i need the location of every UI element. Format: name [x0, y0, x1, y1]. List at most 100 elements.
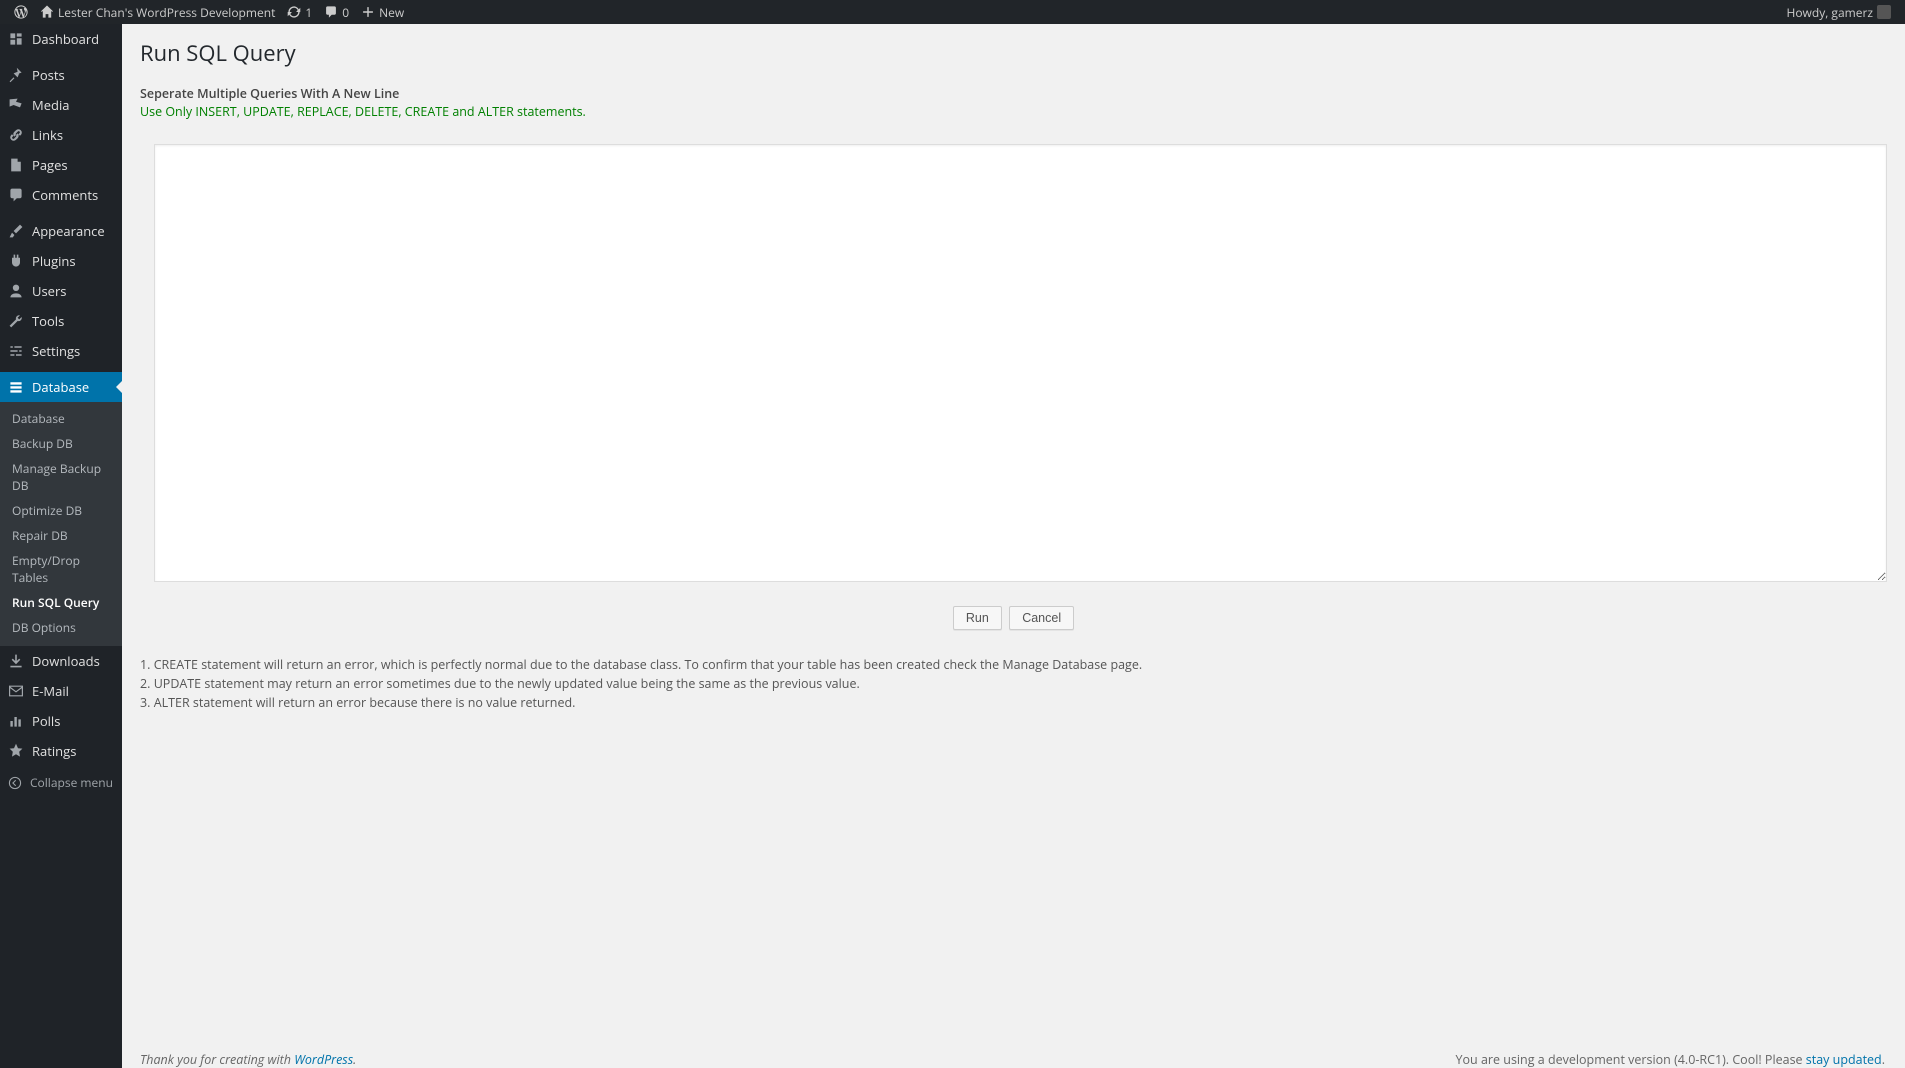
- sidebar-item-label: Appearance: [32, 222, 105, 240]
- chart-bar-icon: [8, 713, 24, 729]
- avatar: [1877, 5, 1891, 19]
- sidebar-item-plugins[interactable]: Plugins: [0, 246, 122, 276]
- main-content: Run SQL Query Seperate Multiple Queries …: [122, 24, 1905, 1068]
- updates-link[interactable]: 1: [281, 0, 318, 24]
- sidebar-item-label: Tools: [32, 312, 64, 330]
- new-link[interactable]: New: [355, 0, 410, 24]
- sidebar-item-links[interactable]: Links: [0, 120, 122, 150]
- wrench-icon: [8, 313, 24, 329]
- note-line: CREATE statement will return an error, w…: [154, 656, 1142, 673]
- sidebar-item-label: Posts: [32, 66, 65, 84]
- comment-icon: [324, 5, 338, 19]
- footer-wordpress-link[interactable]: WordPress: [294, 1051, 353, 1068]
- button-row: Run Cancel: [140, 606, 1887, 630]
- footer-text: .: [353, 1051, 356, 1068]
- sidebar-item-users[interactable]: Users: [0, 276, 122, 306]
- instruction-headline: Seperate Multiple Queries With A New Lin…: [140, 85, 399, 102]
- sidebar-sub-manage-backup-db[interactable]: Manage Backup DB: [0, 456, 122, 498]
- sliders-icon: [8, 343, 24, 359]
- mail-icon: [8, 683, 24, 699]
- footer-text: .: [1882, 1051, 1885, 1068]
- plus-icon: [361, 5, 375, 19]
- footer-left: Thank you for creating with WordPress.: [140, 1051, 356, 1068]
- sidebar-item-label: Dashboard: [32, 30, 99, 48]
- updates-count: 1: [305, 4, 312, 21]
- sidebar-sub-repair-db[interactable]: Repair DB: [0, 523, 122, 548]
- admin-sidebar: Dashboard Posts Media Links Pages Commen…: [0, 24, 122, 1068]
- sidebar-item-comments[interactable]: Comments: [0, 180, 122, 210]
- instruction-green: Use Only INSERT, UPDATE, REPLACE, DELETE…: [140, 103, 586, 120]
- collapse-menu[interactable]: Collapse menu: [0, 766, 122, 799]
- run-button[interactable]: Run: [953, 606, 1002, 630]
- sidebar-item-label: Pages: [32, 156, 68, 174]
- dashboard-icon: [8, 31, 24, 47]
- collapse-label: Collapse menu: [30, 774, 113, 791]
- download-icon: [8, 653, 24, 669]
- sidebar-item-label: Settings: [32, 342, 80, 360]
- footer-text: You are using a development version (4.0…: [1456, 1051, 1806, 1068]
- sidebar-item-pages[interactable]: Pages: [0, 150, 122, 180]
- sidebar-submenu-database: Database Backup DB Manage Backup DB Opti…: [0, 402, 122, 646]
- sidebar-sub-run-sql-query[interactable]: Run SQL Query: [0, 590, 122, 615]
- note-line: ALTER statement will return an error bec…: [154, 694, 576, 711]
- page-title: Run SQL Query: [140, 38, 1887, 68]
- sidebar-item-settings[interactable]: Settings: [0, 336, 122, 366]
- note-line: UPDATE statement may return an error som…: [154, 675, 860, 692]
- user-icon: [8, 283, 24, 299]
- comment-icon: [8, 187, 24, 203]
- notes-block: 1. CREATE statement will return an error…: [140, 656, 1887, 712]
- sidebar-item-database[interactable]: Database: [0, 372, 122, 402]
- wordpress-icon: [14, 5, 28, 19]
- sidebar-item-label: Media: [32, 96, 69, 114]
- sidebar-item-label: Comments: [32, 186, 98, 204]
- page-icon: [8, 157, 24, 173]
- sidebar-item-label: Plugins: [32, 252, 76, 270]
- footer-text: Thank you for creating with: [140, 1051, 294, 1068]
- sidebar-item-label: Ratings: [32, 742, 76, 760]
- sidebar-item-ratings[interactable]: Ratings: [0, 736, 122, 766]
- sidebar-item-downloads[interactable]: Downloads: [0, 646, 122, 676]
- collapse-icon: [8, 776, 22, 790]
- sidebar-sub-db-options[interactable]: DB Options: [0, 615, 122, 640]
- sidebar-sub-empty-drop-tables[interactable]: Empty/Drop Tables: [0, 548, 122, 590]
- sidebar-item-posts[interactable]: Posts: [0, 60, 122, 90]
- comments-link[interactable]: 0: [318, 0, 355, 24]
- footer-stay-updated-link[interactable]: stay updated: [1806, 1051, 1882, 1068]
- sidebar-item-media[interactable]: Media: [0, 90, 122, 120]
- comments-count: 0: [342, 4, 349, 21]
- sidebar-item-label: Links: [32, 126, 63, 144]
- footer-right: You are using a development version (4.0…: [1456, 1051, 1885, 1068]
- update-icon: [287, 5, 301, 19]
- sidebar-item-label: Downloads: [32, 652, 100, 670]
- sidebar-item-email[interactable]: E-Mail: [0, 676, 122, 706]
- link-icon: [8, 127, 24, 143]
- sidebar-item-label: Polls: [32, 712, 60, 730]
- media-icon: [8, 97, 24, 113]
- star-icon: [8, 743, 24, 759]
- site-title: Lester Chan's WordPress Development: [58, 4, 275, 21]
- new-label: New: [379, 4, 404, 21]
- footer: Thank you for creating with WordPress. Y…: [140, 1035, 1887, 1068]
- sidebar-item-label: E-Mail: [32, 682, 69, 700]
- admin-bar: Lester Chan's WordPress Development 1 0 …: [0, 0, 1905, 24]
- sidebar-item-tools[interactable]: Tools: [0, 306, 122, 336]
- sidebar-item-dashboard[interactable]: Dashboard: [0, 24, 122, 54]
- sidebar-item-label: Database: [32, 378, 89, 396]
- brush-icon: [8, 223, 24, 239]
- database-icon: [8, 379, 24, 395]
- pin-icon: [8, 67, 24, 83]
- howdy-text: Howdy, gamerz: [1786, 4, 1873, 21]
- sidebar-item-label: Users: [32, 282, 66, 300]
- sidebar-item-polls[interactable]: Polls: [0, 706, 122, 736]
- sidebar-sub-backup-db[interactable]: Backup DB: [0, 431, 122, 456]
- site-link[interactable]: Lester Chan's WordPress Development: [34, 0, 281, 24]
- sidebar-item-appearance[interactable]: Appearance: [0, 216, 122, 246]
- plugin-icon: [8, 253, 24, 269]
- home-icon: [40, 5, 54, 19]
- sidebar-sub-optimize-db[interactable]: Optimize DB: [0, 498, 122, 523]
- wp-logo[interactable]: [8, 0, 34, 24]
- sidebar-sub-database[interactable]: Database: [0, 406, 122, 431]
- sql-query-textarea[interactable]: [154, 144, 1887, 582]
- cancel-button[interactable]: Cancel: [1009, 606, 1074, 630]
- howdy-link[interactable]: Howdy, gamerz: [1780, 0, 1897, 24]
